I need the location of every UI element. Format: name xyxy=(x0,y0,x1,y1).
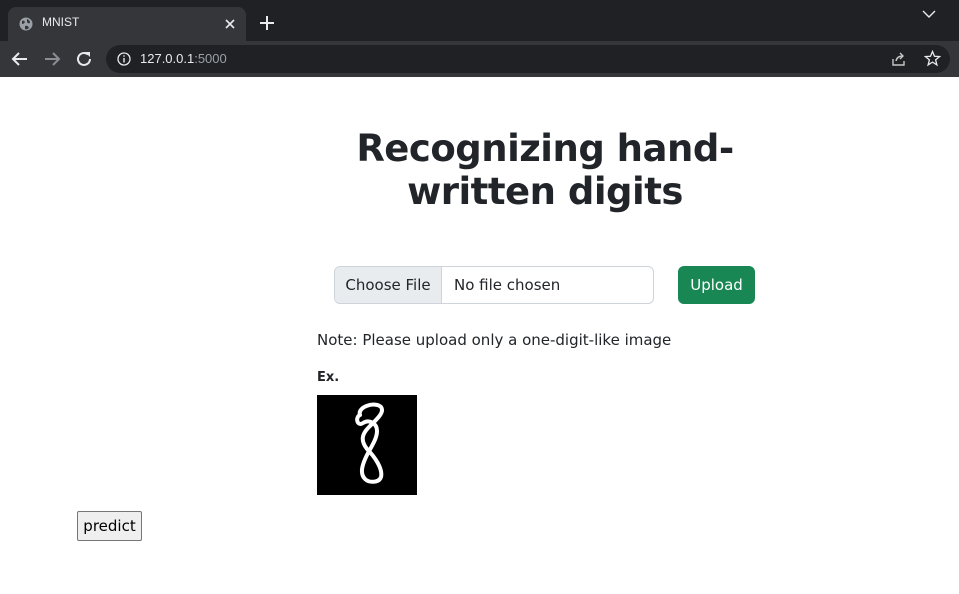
tab-title: MNIST xyxy=(42,15,80,29)
file-status-text: No file chosen xyxy=(454,276,561,294)
page-title: Recognizing hand-written digits xyxy=(356,127,734,213)
back-arrow-icon[interactable] xyxy=(11,50,29,68)
share-icon[interactable] xyxy=(891,51,907,67)
forward-arrow-icon[interactable] xyxy=(43,50,61,68)
address-bar[interactable]: 127.0.0.1:5000 xyxy=(106,45,950,73)
page-content: Recognizing hand-written digits Choose F… xyxy=(0,77,959,594)
predict-button[interactable]: predict xyxy=(77,511,142,541)
file-input[interactable]: Choose File No file chosen xyxy=(334,266,654,304)
star-icon[interactable] xyxy=(924,50,941,67)
globe-icon xyxy=(19,17,33,31)
browser-toolbar: 127.0.0.1:5000 xyxy=(0,41,959,77)
chevron-down-icon[interactable] xyxy=(920,5,938,23)
url-port: :5000 xyxy=(194,51,227,66)
url-text: 127.0.0.1:5000 xyxy=(140,51,227,66)
plus-icon[interactable] xyxy=(258,14,276,32)
reload-icon[interactable] xyxy=(75,50,93,68)
close-icon[interactable] xyxy=(222,16,238,32)
example-label: Ex. xyxy=(317,370,340,385)
browser-tabstrip: MNIST xyxy=(0,0,959,41)
info-icon[interactable] xyxy=(117,52,131,66)
choose-file-button[interactable]: Choose File xyxy=(335,267,442,303)
url-host: 127.0.0.1 xyxy=(140,51,195,66)
upload-note: Note: Please upload only a one-digit-lik… xyxy=(317,331,672,349)
upload-button[interactable]: Upload xyxy=(678,266,755,304)
example-digit-image xyxy=(317,395,417,495)
browser-tab[interactable]: MNIST xyxy=(8,7,246,41)
